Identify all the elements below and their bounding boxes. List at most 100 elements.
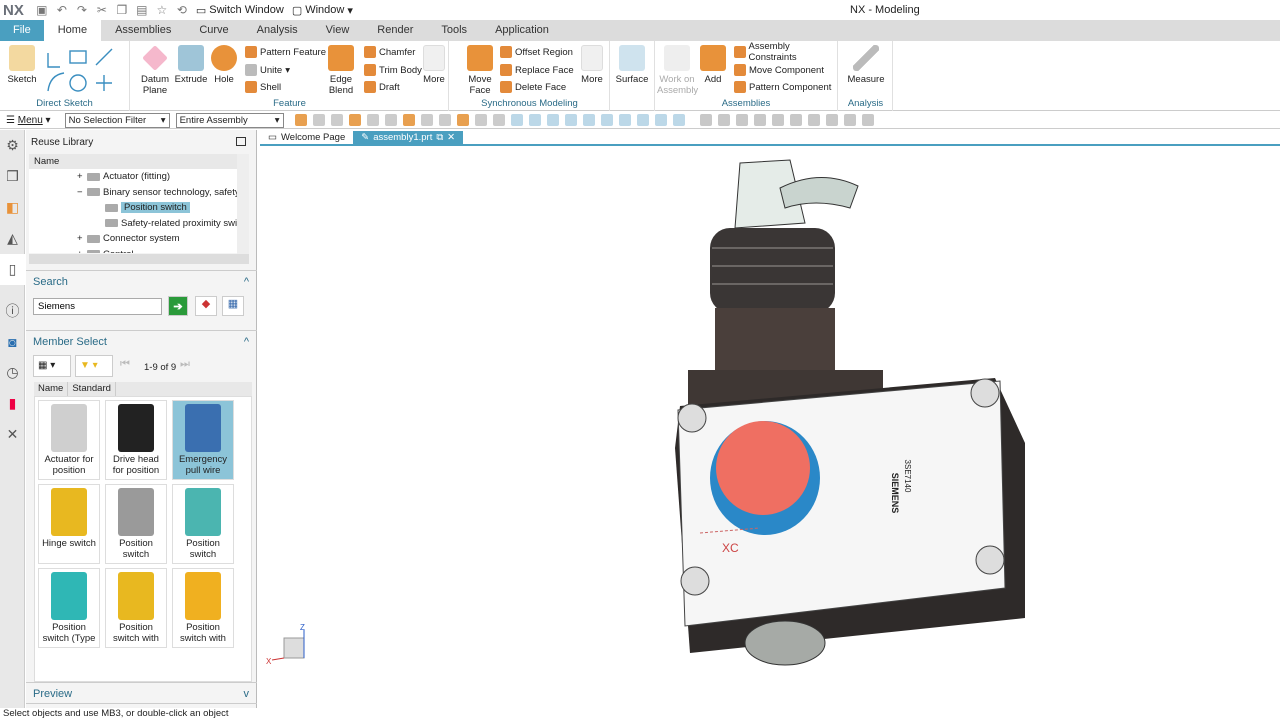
sketch-curve-tools-icon[interactable] bbox=[44, 47, 116, 93]
intersection-icon[interactable] bbox=[528, 114, 541, 126]
search-section-header[interactable]: Search ^ bbox=[26, 270, 257, 292]
end-point-icon[interactable] bbox=[474, 114, 487, 126]
member-item[interactable]: Position switch with bbox=[105, 568, 167, 648]
feature-more-button[interactable]: More bbox=[420, 45, 448, 85]
unite-button[interactable]: Unite ▾ bbox=[245, 62, 290, 78]
clear-search-button[interactable]: ◆ bbox=[195, 296, 217, 316]
redo-icon[interactable]: ↷ bbox=[75, 3, 89, 17]
settings-gear-icon[interactable]: ⚙ bbox=[0, 130, 25, 161]
repeat-command-icon[interactable]: ⟲ bbox=[175, 3, 189, 17]
member-item[interactable]: Hinge switch bbox=[38, 484, 100, 564]
first-page-icon[interactable]: ⏮ bbox=[120, 358, 130, 371]
center-icon[interactable] bbox=[582, 114, 595, 126]
offset-region-button[interactable]: Offset Region bbox=[500, 44, 573, 60]
tree-item[interactable]: + Connector system bbox=[29, 231, 249, 247]
expand-toggle-icon[interactable]: − bbox=[77, 187, 87, 198]
snap-icon[interactable] bbox=[312, 114, 325, 126]
view-mode-dropdown[interactable]: ▦ ▾ bbox=[33, 355, 71, 377]
tab-render[interactable]: Render bbox=[363, 20, 427, 41]
part-navigator-icon[interactable]: ◭ bbox=[0, 223, 25, 254]
system-materials-icon[interactable]: ▮ bbox=[0, 388, 25, 419]
tab-file[interactable]: File bbox=[0, 20, 44, 41]
quadrant-icon[interactable] bbox=[600, 114, 613, 126]
undo-icon[interactable]: ↶ bbox=[55, 3, 69, 17]
tab-welcome-page[interactable]: ▭ Welcome Page bbox=[260, 131, 353, 144]
tab-analysis[interactable]: Analysis bbox=[243, 20, 312, 41]
selection-filter-select[interactable]: No Selection Filter bbox=[64, 112, 170, 128]
expand-toggle-icon[interactable]: + bbox=[77, 249, 87, 253]
work-layer-icon[interactable] bbox=[861, 114, 874, 126]
tree-item[interactable]: − Binary sensor technology, safety- bbox=[29, 185, 249, 201]
filter-dropdown[interactable]: ▼ ▾ bbox=[75, 355, 113, 377]
expand-toggle-icon[interactable]: + bbox=[77, 233, 87, 244]
bounded-grid-icon[interactable] bbox=[699, 114, 712, 126]
tree-header-name[interactable]: Name bbox=[29, 154, 249, 169]
tab-view[interactable]: View bbox=[312, 20, 364, 41]
move-component-button[interactable]: Move Component bbox=[734, 62, 824, 78]
zoom-icon[interactable] bbox=[735, 114, 748, 126]
on-face-icon[interactable] bbox=[654, 114, 667, 126]
window-menu-button[interactable]: ▢ Window ▾ bbox=[292, 4, 353, 17]
edge-icon[interactable] bbox=[438, 114, 451, 126]
chamfer-button[interactable]: Chamfer bbox=[364, 44, 415, 60]
replace-face-button[interactable]: Replace Face bbox=[500, 62, 574, 78]
pattern-component-button[interactable]: Pattern Component bbox=[734, 79, 831, 95]
draft-button[interactable]: Draft bbox=[364, 79, 400, 95]
tree-item[interactable]: Position switch bbox=[29, 200, 249, 216]
paste-icon[interactable]: ▤ bbox=[135, 3, 149, 17]
shaded-icon[interactable] bbox=[771, 114, 784, 126]
layer-icon[interactable] bbox=[843, 114, 856, 126]
roles-tools-icon[interactable]: ✕ bbox=[0, 419, 25, 450]
shell-button[interactable]: Shell bbox=[245, 79, 281, 95]
selection-scope-select[interactable]: Entire Assembly bbox=[175, 112, 284, 128]
datum-plane-button[interactable]: Datum Plane bbox=[135, 45, 175, 96]
face-icon[interactable] bbox=[420, 114, 433, 126]
col-standard[interactable]: Standard bbox=[68, 382, 116, 396]
select-components-icon[interactable] bbox=[294, 114, 307, 126]
tab-tools[interactable]: Tools bbox=[427, 20, 481, 41]
control-point-icon[interactable] bbox=[510, 114, 523, 126]
point-icon[interactable] bbox=[456, 114, 469, 126]
perpendicular-icon[interactable] bbox=[564, 114, 577, 126]
col-name[interactable]: Name bbox=[34, 382, 69, 396]
trim-body-button[interactable]: Trim Body bbox=[364, 62, 422, 78]
show-hide-icon[interactable] bbox=[366, 114, 379, 126]
work-on-assembly-button[interactable]: Work on Assembly bbox=[657, 45, 698, 96]
maximize-icon[interactable] bbox=[236, 137, 246, 146]
member-item[interactable]: Position switch with bbox=[172, 568, 234, 648]
hole-button[interactable]: Hole bbox=[204, 45, 244, 85]
constraint-navigator-icon[interactable]: ◧ bbox=[0, 192, 25, 223]
search-results-button[interactable]: ▦ bbox=[222, 296, 244, 316]
tangent-icon[interactable] bbox=[546, 114, 559, 126]
reuse-library-icon[interactable]: ▯ bbox=[0, 254, 25, 285]
measure-button[interactable]: Measure bbox=[846, 45, 886, 85]
type-filter-icon[interactable] bbox=[348, 114, 361, 126]
delete-face-button[interactable]: Delete Face bbox=[500, 79, 566, 95]
tab-application[interactable]: Application bbox=[481, 20, 563, 41]
sync-more-button[interactable]: More bbox=[578, 45, 606, 85]
tree-vscrollbar[interactable] bbox=[237, 154, 249, 254]
close-icon[interactable]: ✕ bbox=[447, 130, 455, 145]
tree-item[interactable]: Safety-related proximity switc bbox=[29, 216, 249, 232]
last-page-icon[interactable]: ⏭ bbox=[180, 358, 190, 371]
cut-icon[interactable]: ✂ bbox=[95, 3, 109, 17]
undock-icon[interactable]: ⧉ bbox=[436, 130, 443, 145]
member-select-header[interactable]: Member Select ^ bbox=[26, 330, 257, 352]
star-icon[interactable]: ☆ bbox=[155, 3, 169, 17]
tab-assemblies[interactable]: Assemblies bbox=[101, 20, 185, 41]
search-input[interactable] bbox=[33, 298, 162, 315]
rotate-icon[interactable] bbox=[753, 114, 766, 126]
member-item[interactable]: Emergency pull wire bbox=[172, 400, 234, 480]
menu-button[interactable]: ☰ Menu ▾ bbox=[6, 115, 51, 126]
view-fit-icon[interactable] bbox=[717, 114, 730, 126]
web-browser-icon[interactable]: ◙ bbox=[0, 326, 25, 357]
feature-icon[interactable] bbox=[384, 114, 397, 126]
history-clock-icon[interactable]: ◷ bbox=[0, 357, 25, 388]
search-go-button[interactable]: ➔ bbox=[168, 296, 188, 316]
assembly-navigator-icon[interactable]: ❒ bbox=[0, 161, 25, 192]
tree-item[interactable]: + Control bbox=[29, 247, 249, 253]
mid-point-icon[interactable] bbox=[492, 114, 505, 126]
tree-item[interactable]: + Actuator (fitting) bbox=[29, 169, 249, 185]
pole-icon[interactable] bbox=[672, 114, 685, 126]
assembly-constraints-button[interactable]: Assembly Constraints bbox=[734, 41, 837, 63]
